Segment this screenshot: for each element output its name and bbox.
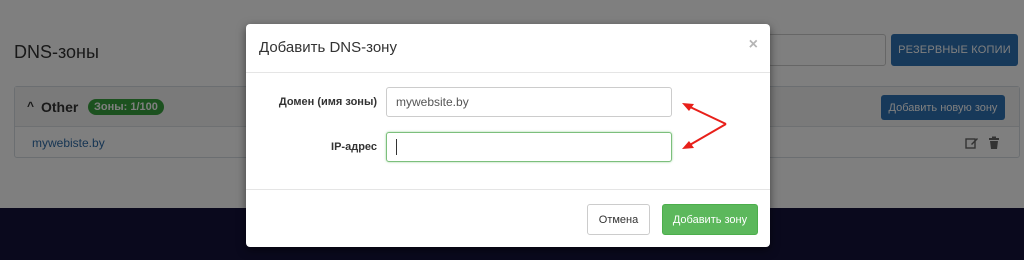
domain-input[interactable] (386, 87, 672, 117)
dialog-header: Добавить DNS-зону × (246, 24, 770, 73)
cancel-button[interactable]: Отмена (587, 204, 650, 235)
text-cursor (396, 139, 397, 155)
close-icon[interactable]: × (749, 36, 758, 54)
dialog-title: Добавить DNS-зону (259, 39, 397, 56)
domain-label: Домен (имя зоны) (278, 96, 377, 108)
add-dns-zone-dialog: Добавить DNS-зону × Домен (имя зоны) IP-… (246, 24, 770, 247)
add-zone-submit-button[interactable]: Добавить зону (662, 204, 758, 235)
dialog-footer: Отмена Добавить зону (246, 189, 770, 247)
ip-address-label: IP-адрес (331, 141, 377, 153)
ip-address-input[interactable] (386, 132, 672, 162)
